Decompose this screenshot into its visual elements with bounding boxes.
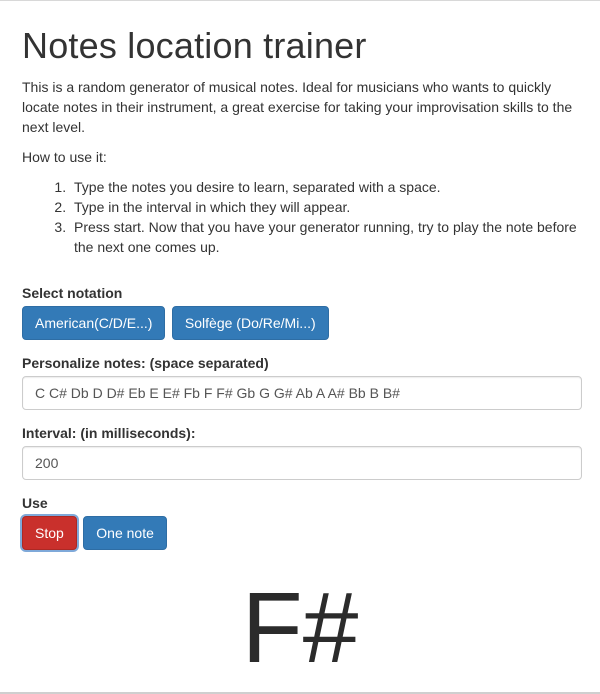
notes-input[interactable] — [22, 376, 582, 410]
current-note-display: F# — [241, 572, 359, 684]
page-title: Notes location trainer — [22, 25, 367, 66]
intro-text: This is a random generator of musical no… — [22, 79, 573, 135]
solfege-notation-button[interactable]: Solfège (Do/Re/Mi...) — [171, 306, 329, 340]
main-container: Notes location trainer This is a random … — [0, 25, 600, 678]
how-to-heading: How to use it: — [22, 149, 107, 165]
stop-button[interactable]: Stop — [22, 516, 77, 550]
step-item: Type the notes you desire to learn, sepa… — [70, 177, 578, 197]
interval-input[interactable] — [22, 446, 582, 480]
use-group: Use Stop One note — [22, 495, 578, 550]
american-notation-button[interactable]: American(C/D/E...) — [22, 306, 166, 340]
interval-group: Interval: (in milliseconds): — [22, 425, 582, 480]
notes-label: Personalize notes: (space separated) — [22, 355, 269, 371]
one-note-button[interactable]: One note — [83, 516, 167, 550]
step-item: Type in the interval in which they will … — [70, 197, 578, 217]
steps-list: Type the notes you desire to learn, sepa… — [22, 177, 578, 257]
notation-label: Select notation — [22, 285, 123, 301]
interval-label: Interval: (in milliseconds): — [22, 425, 196, 441]
notation-group: Select notation American(C/D/E...) Solfè… — [22, 285, 578, 340]
step-item: Press start. Now that you have your gene… — [70, 217, 578, 257]
use-label: Use — [22, 495, 48, 511]
notes-group: Personalize notes: (space separated) — [22, 355, 582, 410]
